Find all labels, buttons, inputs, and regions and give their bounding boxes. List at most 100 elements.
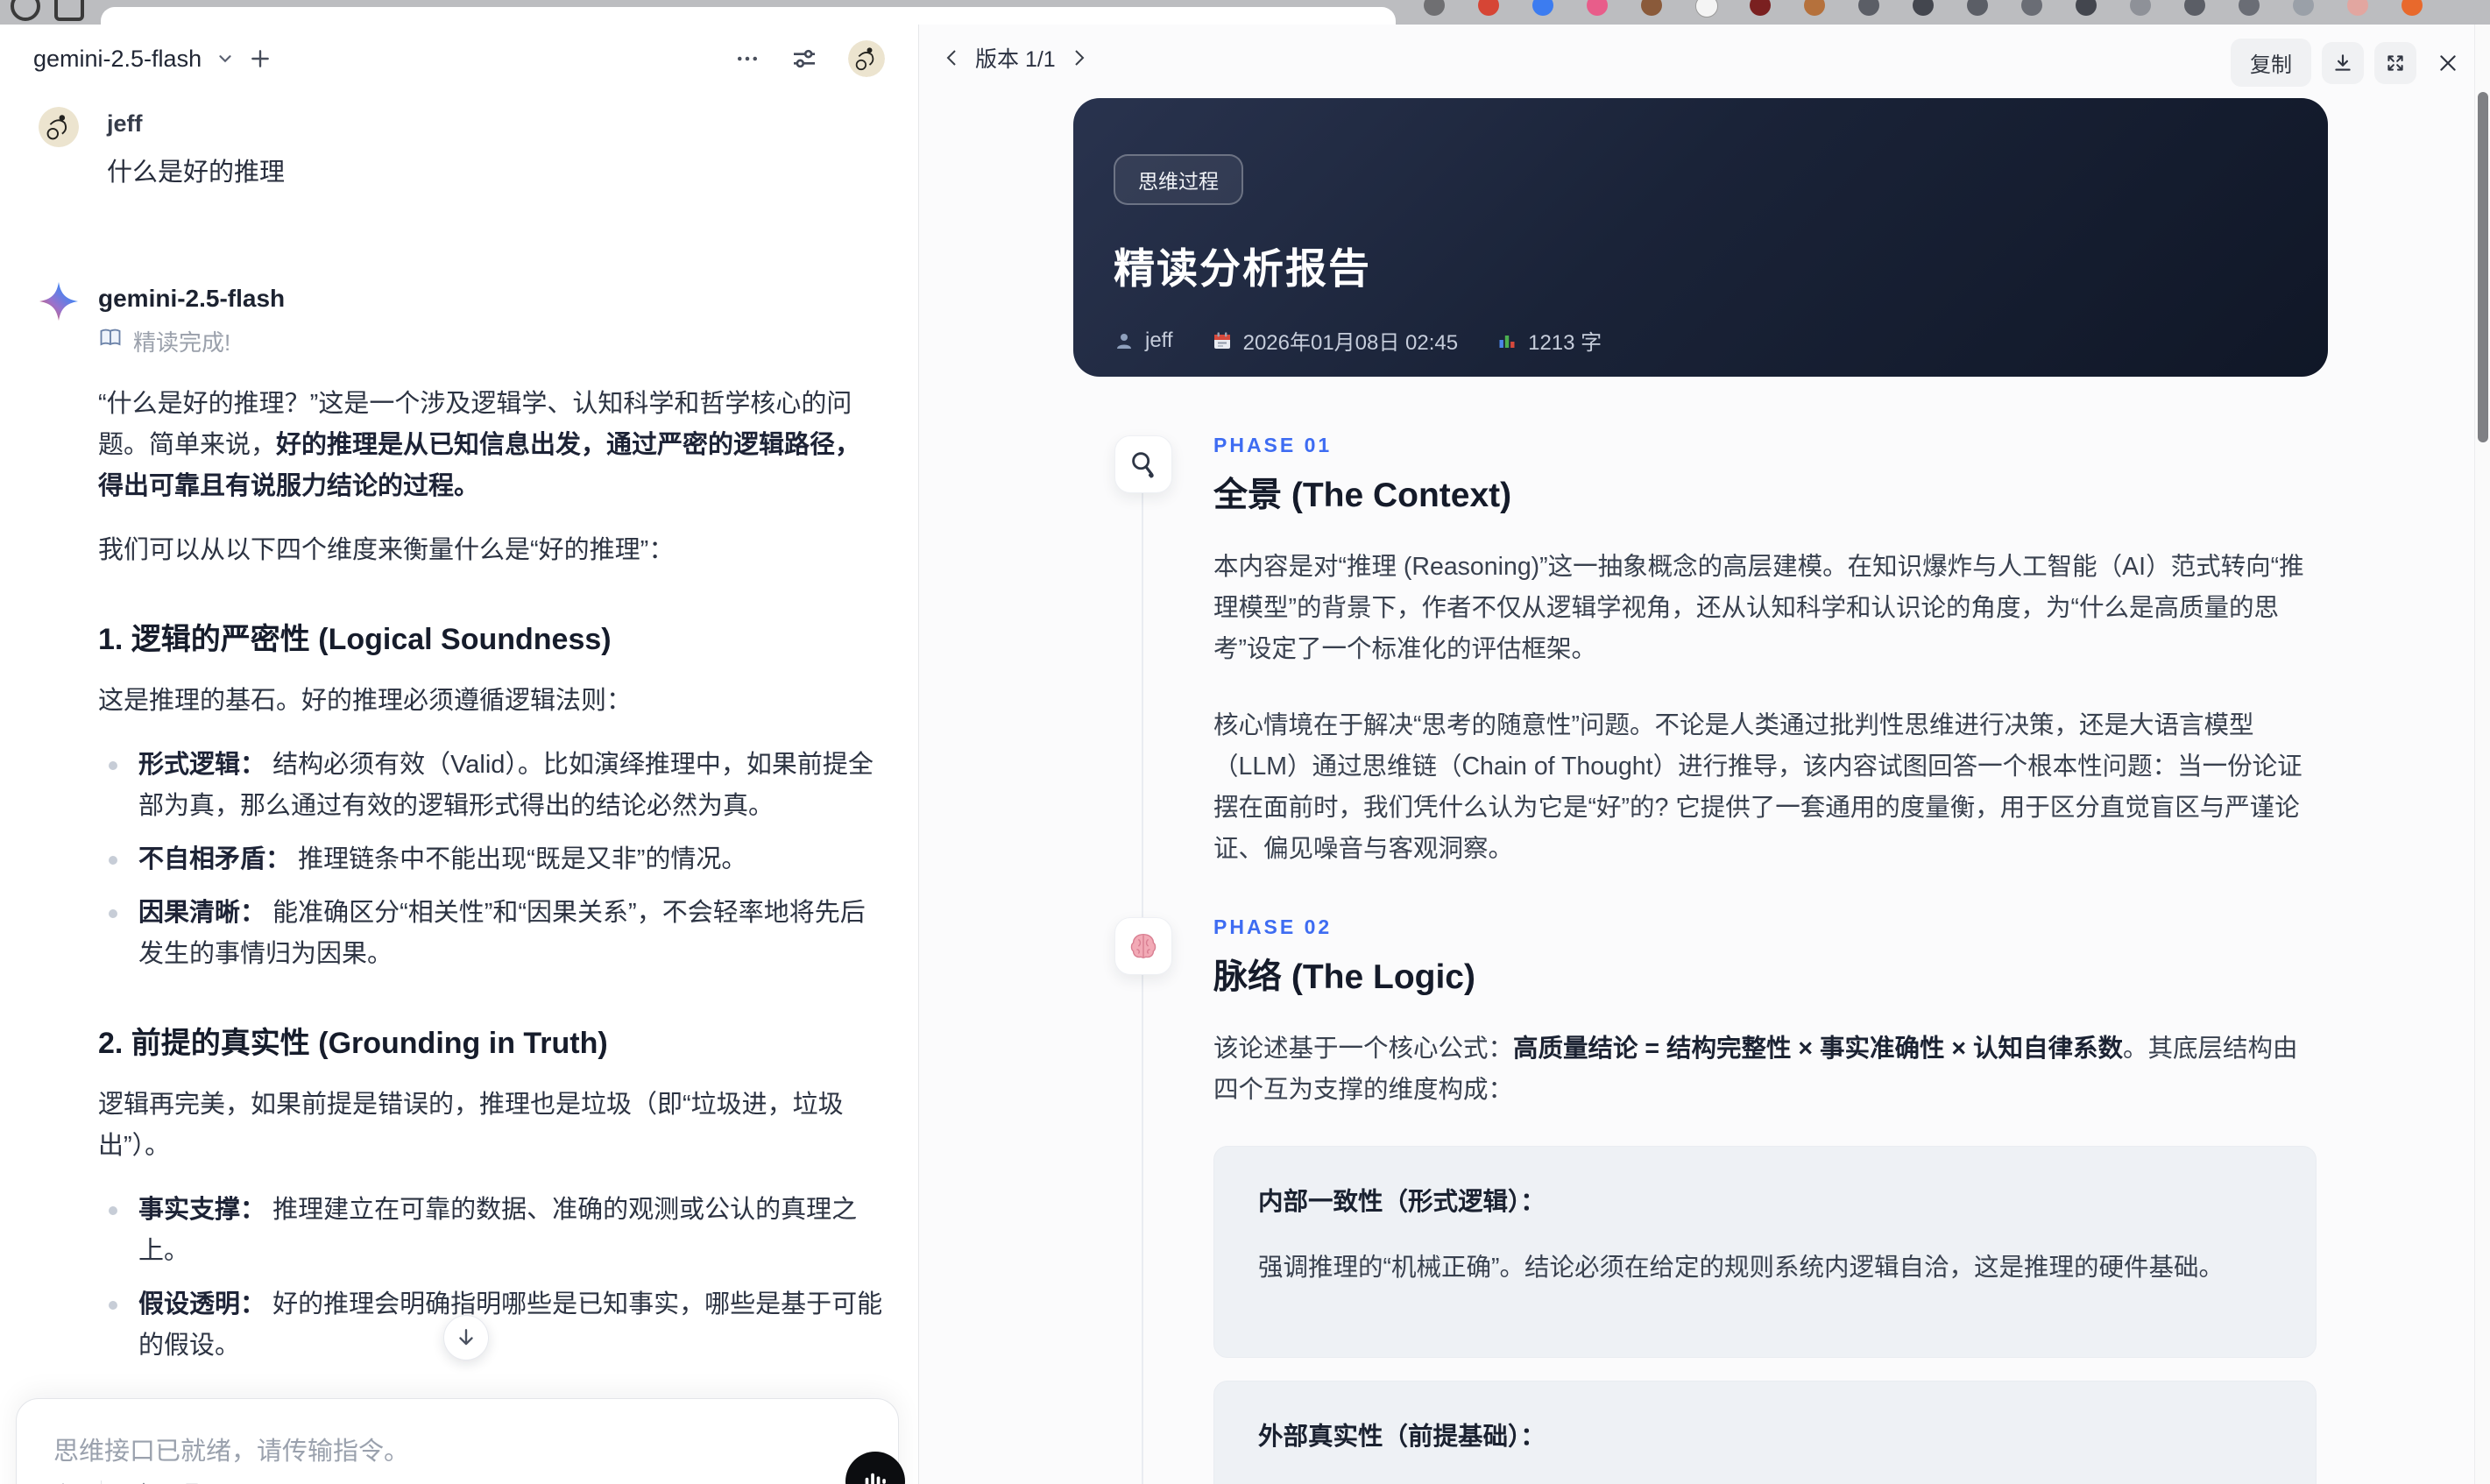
attach-plus-icon[interactable] bbox=[50, 1480, 76, 1484]
card-title: 外部真实性（前提基础）： bbox=[1258, 1423, 1546, 1451]
phase-section: PHASE 02 脉络 (The Logic) 该论述基于一个核心公式：高质量结论 … bbox=[1114, 915, 2317, 1484]
phase-body: 该论述基于一个核心公式：高质量结论 = 结构完整性 × 事实准确性 × 认知自律… bbox=[1213, 1028, 2317, 1484]
download-icon[interactable] bbox=[2322, 41, 2364, 84]
phase-label: PHASE 02 bbox=[1213, 915, 1333, 938]
user-avatar[interactable] bbox=[848, 40, 885, 77]
copy-button[interactable]: 复制 bbox=[2231, 39, 2311, 87]
extension-icon[interactable] bbox=[1478, 0, 1499, 16]
paragraph: 核心情境在于解决“思考的随意性”问题。不论是人类通过批判性思维进行决策，还是大语… bbox=[1213, 711, 2303, 863]
preview-toolbar: 版本 1/1 复制 bbox=[919, 39, 2490, 88]
person-icon bbox=[1117, 333, 1131, 349]
artifact-preview-panel: 版本 1/1 复制 思维过程 精读分析报告 jeff 2026年01月08日 0… bbox=[919, 25, 2490, 1484]
message-input-box[interactable]: 思维接口已就绪，请传输指令。 bbox=[16, 1398, 905, 1484]
report-date: 2026年01月08日 02:45 bbox=[1212, 325, 1458, 356]
scrollbar[interactable] bbox=[2474, 25, 2490, 1484]
assistant-message-body: “什么是好的推理？”这是一个涉及逻辑学、认知科学和哲学核心的问题。简单来说，好的… bbox=[98, 384, 883, 1484]
section-heading: 2. 前提的真实性 (Grounding in Truth) bbox=[98, 1027, 608, 1060]
extension-icon[interactable] bbox=[2076, 0, 2097, 16]
extension-icon[interactable] bbox=[1750, 0, 1771, 16]
url-bar[interactable] bbox=[101, 7, 1396, 25]
dimension-card: 外部真实性（前提基础）：强调推理的“经验校准”。解决“GIGO（垃圾进，垃圾出）… bbox=[1213, 1381, 2317, 1484]
divider bbox=[101, 1480, 102, 1484]
report-word-count: 1213 字 bbox=[1496, 325, 1602, 356]
bullet-list: 形式逻辑： 结构必须有效（Valid）。比如演绎推理中，如果前提全部为真，那么通… bbox=[98, 745, 883, 975]
version-label: 版本 1/1 bbox=[975, 47, 1056, 72]
assistant-status: 精读完成! bbox=[98, 325, 883, 357]
browser-refresh-icon[interactable] bbox=[11, 0, 40, 21]
extension-icon[interactable] bbox=[2293, 0, 2314, 16]
extension-icon[interactable] bbox=[2130, 0, 2151, 16]
browser-toolbar bbox=[0, 0, 2490, 25]
extension-icon[interactable] bbox=[2239, 0, 2260, 16]
dimension-card: 内部一致性（形式逻辑）： 强调推理的“机械正确”。结论必须在给定的规则系统内逻辑自… bbox=[1213, 1146, 2317, 1358]
settings-sliders-icon[interactable] bbox=[790, 45, 818, 73]
extension-icon[interactable] bbox=[2021, 0, 2042, 16]
user-message: jeff 什么是好的推理 bbox=[39, 107, 883, 188]
list-item: 形式逻辑： 结构必须有效（Valid）。比如演绎推理中，如果前提全部为真，那么通… bbox=[98, 745, 883, 827]
magnifier-icon bbox=[1114, 435, 1172, 493]
sparkle-tools-icon[interactable] bbox=[126, 1480, 154, 1484]
book-icon bbox=[98, 326, 123, 357]
phase-label: PHASE 01 bbox=[1213, 434, 1333, 456]
previous-version-icon[interactable] bbox=[942, 47, 963, 68]
paragraph: “什么是好的推理？”这是一个涉及逻辑学、认知科学和哲学核心的问题。简单来说，好的… bbox=[98, 390, 861, 500]
paragraph: 我们可以从以下四个维度来衡量什么是“好的推理”： bbox=[98, 536, 675, 564]
profile-avatar-icon[interactable] bbox=[2347, 0, 2368, 16]
list-item: 事实支撑： 推理建立在可靠的数据、准确的观测或公认的真理之上。 bbox=[98, 1190, 883, 1272]
list-item: 假设透明： 好的推理会明确指明哪些是已知事实，哪些是基于可能的假设。 bbox=[98, 1284, 883, 1367]
preview-actions: 复制 bbox=[2231, 39, 2469, 87]
section-heading: 1. 逻辑的严密性 (Logical Soundness) bbox=[98, 623, 612, 656]
extension-icon[interactable] bbox=[1858, 0, 1879, 16]
paragraph: 这是推理的基石。好的推理必须遵循逻辑法则： bbox=[98, 687, 633, 715]
bar-chart-icon bbox=[1499, 335, 1515, 348]
extension-icon[interactable] bbox=[1804, 0, 1825, 16]
more-options-icon[interactable] bbox=[734, 46, 760, 72]
message-input-placeholder: 思维接口已就绪，请传输指令。 bbox=[53, 1438, 410, 1466]
app-window: gemini-2.5-flash jeff 什么是好的推理 gemini-2.5… bbox=[0, 25, 2490, 1484]
paragraph: 逻辑再完美，如果前提是错误的，推理也是垃圾（即“垃圾进，垃圾出”）。 bbox=[98, 1091, 844, 1160]
extension-icon[interactable] bbox=[1532, 0, 1553, 16]
chevron-down-icon[interactable] bbox=[216, 49, 235, 68]
user-message-text: 什么是好的推理 bbox=[107, 159, 286, 187]
conversation-title[interactable]: gemini-2.5-flash bbox=[33, 46, 202, 73]
extension-icon[interactable] bbox=[2184, 0, 2205, 16]
user-avatar bbox=[39, 107, 79, 147]
report-title: 精读分析报告 bbox=[1114, 245, 1371, 292]
browser-menu-icon[interactable] bbox=[2402, 0, 2423, 16]
next-version-icon[interactable] bbox=[1068, 47, 1089, 68]
phase-title: 全景 (The Context) bbox=[1213, 477, 1512, 514]
extension-icon[interactable] bbox=[1913, 0, 1934, 16]
expand-fullscreen-icon[interactable] bbox=[2374, 41, 2416, 84]
browser-apps-icon[interactable] bbox=[54, 0, 84, 21]
close-icon[interactable] bbox=[2427, 42, 2469, 84]
version-navigator: 版本 1/1 bbox=[942, 42, 1089, 74]
extension-icon[interactable] bbox=[1641, 0, 1662, 16]
extension-icon[interactable] bbox=[1587, 0, 1608, 16]
gemini-star-icon bbox=[39, 281, 79, 322]
phase-body: 本内容是对“推理 (Reasoning)”这一抽象概念的高层建模。在知识爆炸与人… bbox=[1213, 547, 2317, 870]
report-phases: PHASE 01 全景 (The Context) 本内容是对“推理 (Reason… bbox=[1114, 434, 2317, 1484]
paragraph: 该论述基于一个核心公式：高质量结论 = 结构完整性 × 事实准确性 × 认知自律… bbox=[1213, 1035, 2298, 1104]
extension-icon[interactable] bbox=[1424, 0, 1445, 16]
brain-icon bbox=[1114, 917, 1172, 975]
report-author: jeff bbox=[1114, 329, 1173, 353]
phase-title: 脉络 (The Logic) bbox=[1213, 958, 1475, 996]
card-body: 强调推理的“机械正确”。结论必须在给定的规则系统内逻辑自洽，这是推理的硬件基础。 bbox=[1258, 1254, 2224, 1282]
new-chat-button[interactable] bbox=[249, 47, 272, 70]
phase-section: PHASE 01 全景 (The Context) 本内容是对“推理 (Reason… bbox=[1114, 434, 2317, 870]
extension-icon[interactable] bbox=[1967, 0, 1988, 16]
chat-message-list[interactable]: jeff 什么是好的推理 gemini-2.5-flash 精读完成! “什么是… bbox=[0, 93, 918, 1484]
chat-header: gemini-2.5-flash bbox=[0, 25, 918, 93]
list-item: 不自相矛盾： 推理链条中不能出现“既是又非”的情况。 bbox=[98, 839, 883, 880]
calendar-icon bbox=[1213, 331, 1230, 349]
scroll-to-bottom-button[interactable] bbox=[443, 1315, 489, 1360]
bookmark-icon[interactable] bbox=[179, 1480, 205, 1484]
assistant-status-text: 精读完成! bbox=[133, 329, 231, 356]
chat-panel: gemini-2.5-flash jeff 什么是好的推理 gemini-2.5… bbox=[0, 25, 919, 1484]
assistant-message: gemini-2.5-flash 精读完成! “什么是好的推理？”这是一个涉及逻… bbox=[0, 281, 918, 1484]
report-badge: 思维过程 bbox=[1114, 154, 1243, 205]
report-meta: jeff 2026年01月08日 02:45 1213 字 bbox=[1114, 325, 2328, 356]
card-title: 内部一致性（形式逻辑）： bbox=[1258, 1188, 1546, 1216]
extension-icon[interactable] bbox=[1695, 0, 1718, 18]
scrollbar-thumb[interactable] bbox=[2478, 92, 2488, 442]
